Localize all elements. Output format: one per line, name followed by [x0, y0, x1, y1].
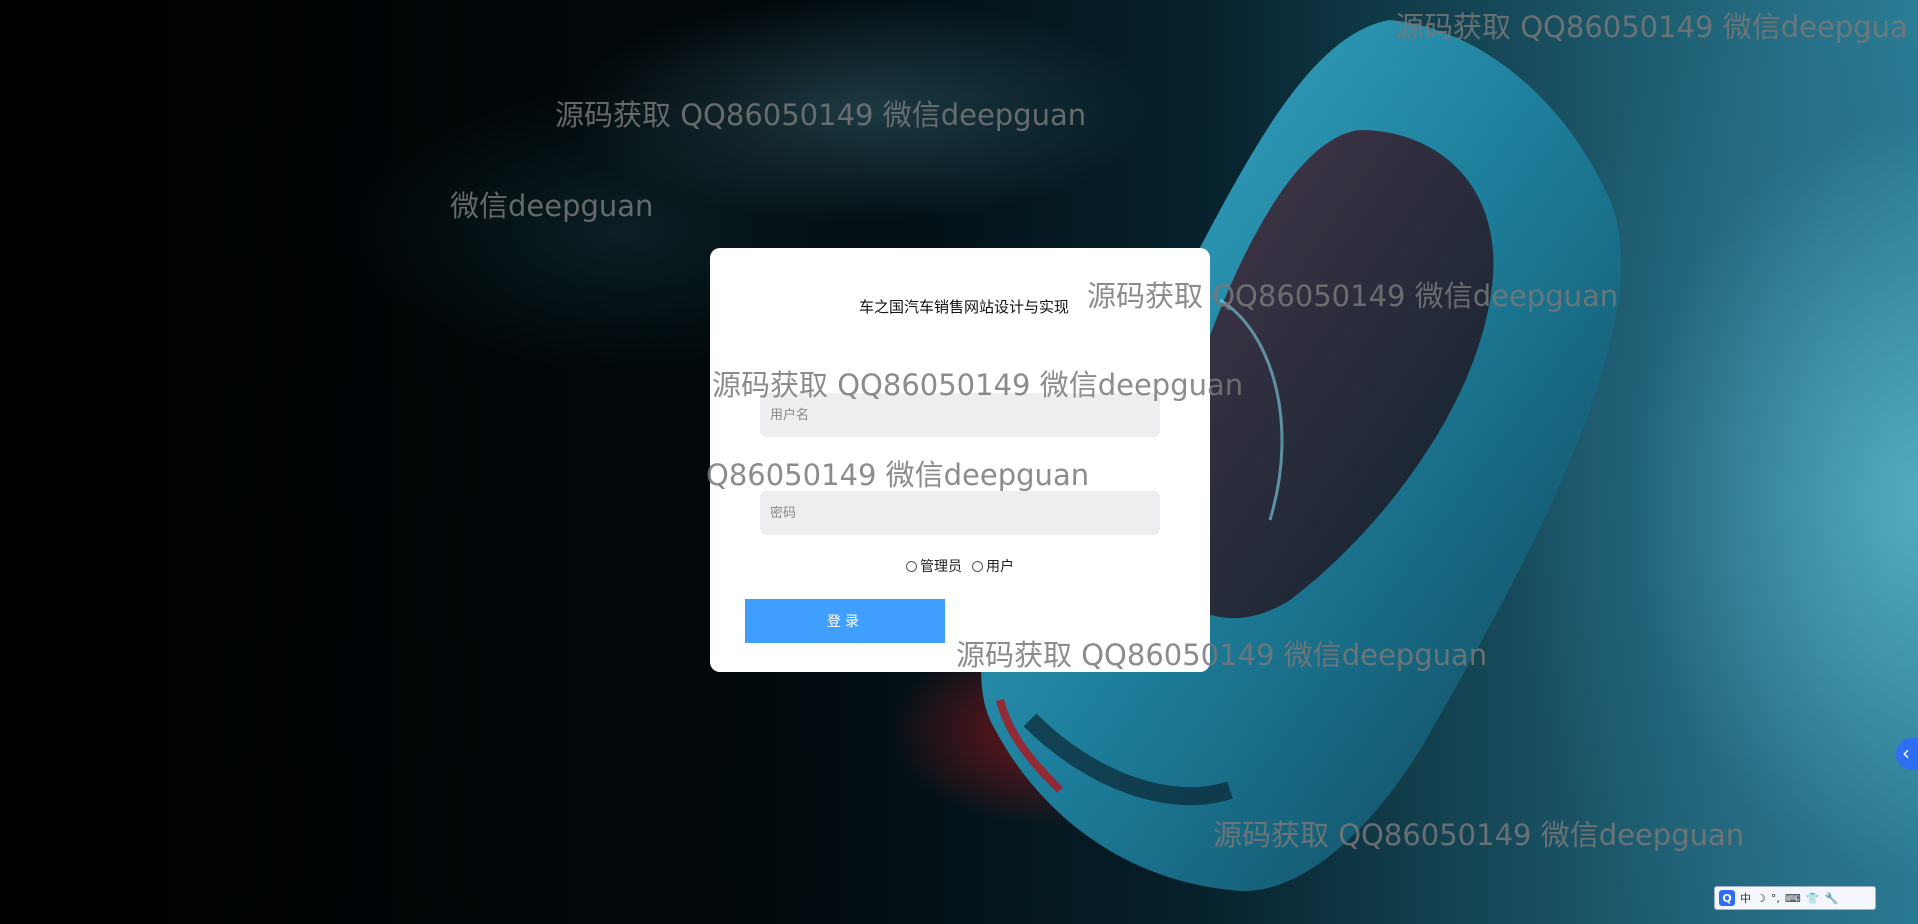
radio-button[interactable] — [906, 560, 917, 572]
chevron-left-icon: ‹ — [1902, 741, 1910, 765]
radio-button[interactable] — [972, 560, 983, 572]
login-form: 车之国汽车销售网站设计与实现 管理员 用户 登录 — [710, 248, 1210, 672]
login-title: 车之国汽车销售网站设计与实现 — [858, 298, 1069, 316]
ime-settings-icon[interactable]: 🔧 — [1824, 892, 1838, 905]
role-label: 用户 — [986, 559, 1014, 575]
ime-halfwidth-moon-icon[interactable]: ☽ — [1756, 892, 1766, 905]
username-input[interactable] — [760, 393, 1160, 437]
ime-skin-icon[interactable]: 👕 — [1806, 892, 1820, 905]
role-selector: 管理员 用户 — [710, 556, 1210, 576]
ime-logo-icon[interactable]: Q — [1719, 890, 1735, 906]
login-page: 源码获取 QQ86050149 微信deepgua 源码获取 QQ8605014… — [0, 0, 1918, 924]
ime-toolbar: Q 中 ☽ °, ⌨ 👕 🔧 — [1714, 886, 1876, 910]
ime-punctuation-icon[interactable]: °, — [1771, 892, 1780, 905]
ime-keyboard-icon[interactable]: ⌨ — [1785, 892, 1801, 905]
role-label: 管理员 — [920, 559, 962, 575]
login-button[interactable]: 登录 — [745, 599, 945, 643]
password-input[interactable] — [760, 491, 1160, 535]
role-option-user[interactable]: 用户 — [972, 556, 1014, 576]
ime-chinese-mode-button[interactable]: 中 — [1740, 890, 1751, 906]
role-option-admin[interactable]: 管理员 — [906, 556, 962, 576]
